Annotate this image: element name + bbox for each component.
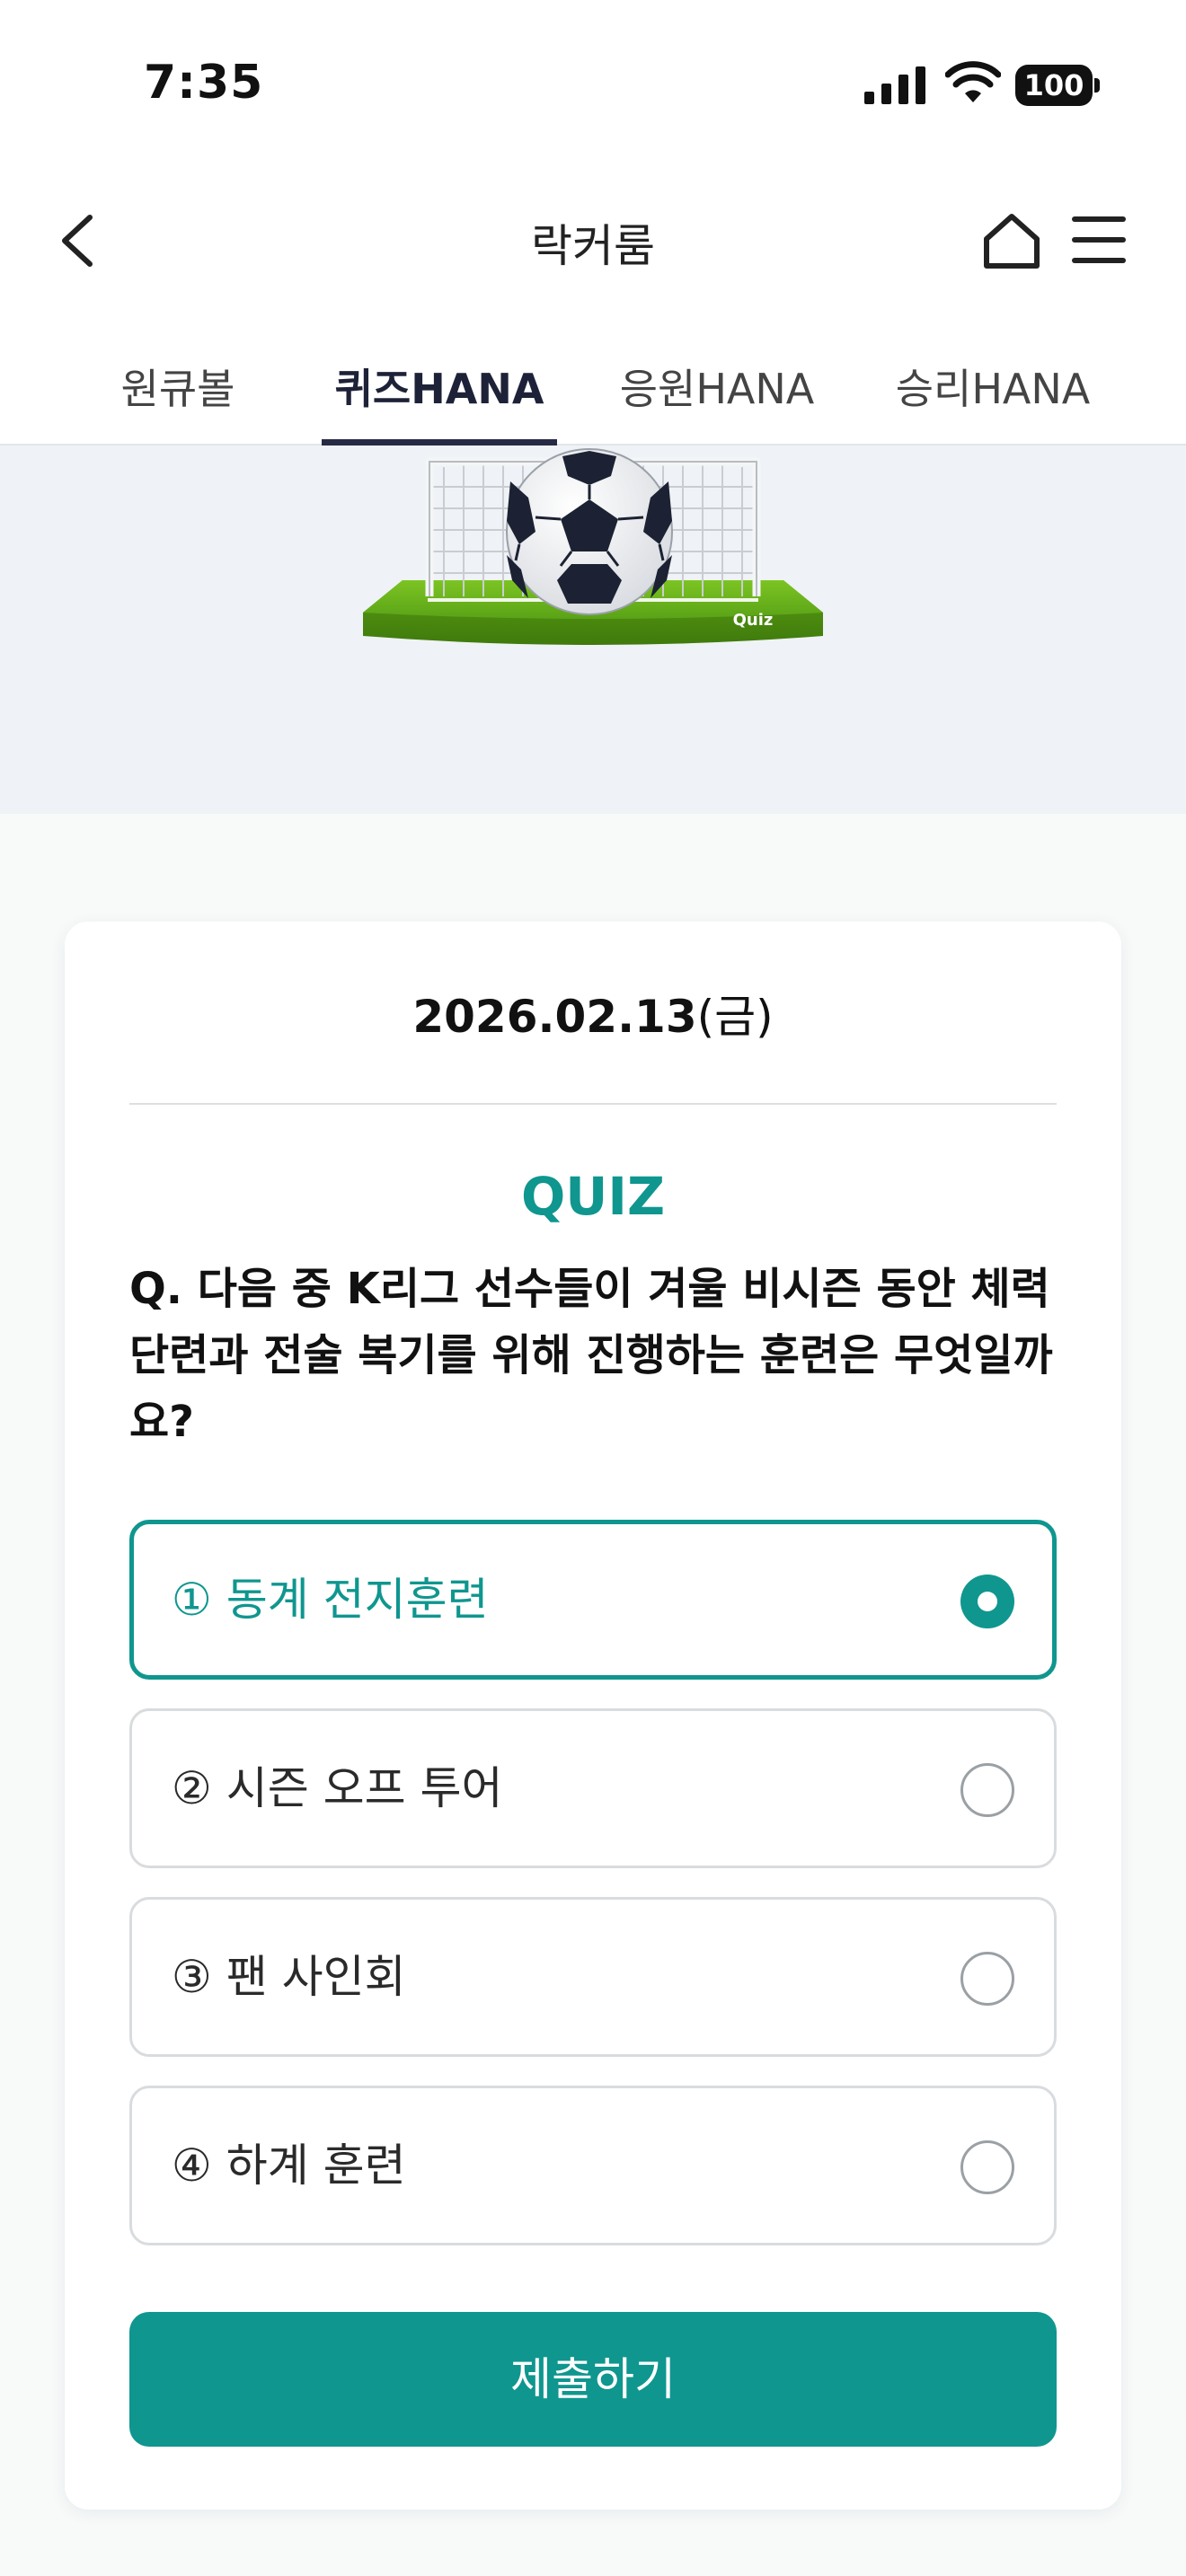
wifi-icon (945, 61, 1001, 102)
cellular-signal-icon (864, 66, 925, 104)
option-1[interactable]: ① 동계 전지훈련 (129, 1520, 1057, 1680)
quiz-date: 2026.02.13(금) (65, 981, 1121, 1045)
quiz-question: Q. 다음 중 K리그 선수들이 겨울 비시즌 동안 체력 단련과 전술 복기를… (129, 1264, 1053, 1447)
radio-unselected-icon[interactable] (960, 1763, 1014, 1817)
tab-onequball[interactable]: 원큐볼 (99, 314, 257, 446)
submit-button[interactable]: 제출하기 (129, 2312, 1057, 2447)
quiz-banner: Quiz (0, 446, 1186, 814)
radio-unselected-icon[interactable] (960, 2140, 1014, 2194)
home-icon[interactable] (979, 208, 1044, 273)
option-4[interactable]: ④ 하계 훈련 (129, 2086, 1057, 2245)
option-2[interactable]: ② 시즌 오프 투어 (129, 1708, 1057, 1868)
radio-selected-icon[interactable] (960, 1575, 1014, 1628)
divider (129, 1103, 1057, 1105)
hamburger-menu-icon[interactable] (1069, 212, 1128, 268)
option-1-label: ① 동계 전지훈련 (172, 1574, 489, 1626)
quiz-screen: 7:35 100 락커룸 원큐볼 퀴즈HANA 응원HANA 승리HANA Qu… (0, 0, 1186, 2576)
battery-level: 100 (1015, 65, 1093, 106)
tab-quiz-hana[interactable]: 퀴즈HANA (322, 314, 557, 446)
banner-quiz-text: Quiz (733, 611, 774, 630)
option-3-label: ③ 팬 사인회 (172, 1951, 406, 2003)
battery-icon: 100 (1015, 65, 1100, 106)
status-time: 7:35 (144, 56, 264, 110)
quiz-day-of-week: (금) (696, 991, 774, 1043)
battery-cap (1094, 78, 1100, 93)
option-3[interactable]: ③ 팬 사인회 (129, 1897, 1057, 2057)
option-4-label: ④ 하계 훈련 (172, 2139, 406, 2192)
status-bar: 7:35 100 (0, 0, 1186, 171)
option-2-label: ② 시즌 오프 투어 (172, 1762, 503, 1814)
tab-cheer-hana[interactable]: 응원HANA (607, 314, 827, 446)
soccer-goal-illustration: Quiz (363, 448, 823, 645)
quiz-card: 2026.02.13(금) QUIZ Q. 다음 중 K리그 선수들이 겨울 비… (65, 922, 1121, 2510)
tab-victory-hana[interactable]: 승리HANA (881, 314, 1105, 446)
radio-unselected-icon[interactable] (960, 1952, 1014, 2006)
app-header: 락커룸 (0, 171, 1186, 314)
quiz-label: QUIZ (520, 1166, 666, 1227)
quiz-date-value: 2026.02.13 (412, 991, 697, 1043)
tab-bar: 원큐볼 퀴즈HANA 응원HANA 승리HANA (0, 314, 1186, 446)
